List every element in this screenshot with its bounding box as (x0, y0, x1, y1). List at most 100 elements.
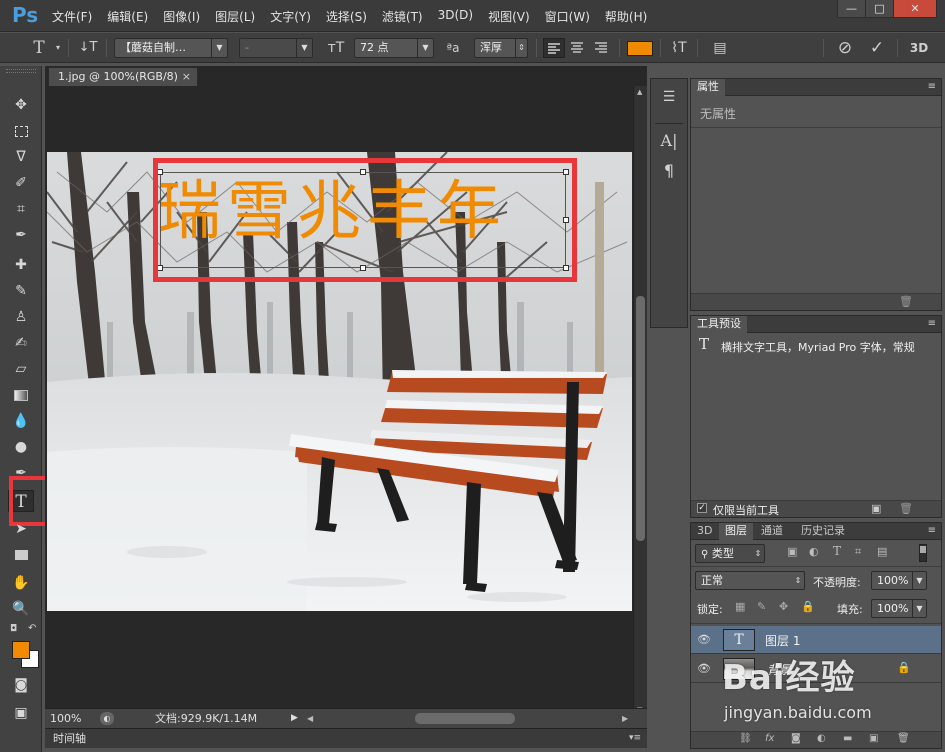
eyedropper-tool-icon[interactable]: ✒ (8, 224, 34, 246)
add-mask-icon[interactable]: ◙ (791, 733, 801, 744)
commit-icon[interactable]: ✓ (866, 38, 888, 58)
cancel-icon[interactable]: ⊘ (834, 38, 856, 58)
lock-pixels-icon[interactable]: ✎ (757, 600, 766, 613)
blur-tool-icon[interactable]: 💧 (8, 410, 34, 432)
lock-position-icon[interactable]: ✥ (779, 600, 788, 613)
fill-field[interactable]: 100% ▼ (871, 599, 927, 618)
lock-transparent-icon[interactable]: ▦ (735, 600, 745, 613)
layer-row-text[interactable]: 👁 T 图层 1 (691, 626, 941, 654)
menu-file[interactable]: 文件(F) (52, 8, 92, 25)
panel-menu-icon[interactable]: ≡ (928, 316, 936, 332)
scroll-up-icon[interactable]: ▲ (637, 88, 642, 96)
scroll-right-icon[interactable]: ▶ (622, 709, 628, 728)
brush-tool-icon[interactable]: ✎ (8, 280, 34, 302)
panel-menu-icon[interactable]: ≡ (928, 523, 936, 539)
horizontal-scroll-thumb[interactable] (415, 713, 515, 724)
trash-icon[interactable]: 🗑 (899, 295, 913, 308)
clone-stamp-tool-icon[interactable]: ♙ (8, 306, 34, 328)
toolbar-grip[interactable] (6, 69, 36, 73)
zoom-tool-icon[interactable]: 🔍 (8, 598, 34, 620)
move-tool-icon[interactable]: ✥ (8, 94, 34, 116)
menu-image[interactable]: 图像(I) (163, 8, 200, 25)
tab-properties[interactable]: 属性 (691, 79, 725, 96)
swap-colors-icon[interactable]: ↶ (28, 623, 36, 634)
layer-filter-select[interactable]: ⚲ 类型 ⇕ (695, 544, 765, 563)
maximize-button[interactable]: □ (865, 0, 894, 18)
vertical-scroll-thumb[interactable] (636, 296, 645, 541)
tab-layers[interactable]: 图层 (719, 523, 753, 540)
menu-layer[interactable]: 图层(L) (215, 8, 255, 25)
text-color-swatch[interactable] (627, 41, 653, 56)
history-brush-tool-icon[interactable]: ✍ (8, 332, 34, 354)
new-group-icon[interactable]: ▬ (843, 733, 852, 744)
menu-type[interactable]: 文字(Y) (270, 8, 311, 25)
panel-menu-icon[interactable]: ≡ (928, 79, 936, 95)
menu-help[interactable]: 帮助(H) (605, 8, 647, 25)
layer-effects-icon[interactable]: fx (765, 733, 774, 744)
adjustment-layer-icon[interactable]: ◐ (817, 733, 826, 744)
tab-tool-presets[interactable]: 工具预设 (691, 316, 747, 333)
rectangle-tool-icon[interactable] (8, 544, 34, 566)
align-center-button[interactable] (567, 38, 589, 58)
text-orientation-icon[interactable]: ↓T (76, 38, 100, 58)
font-size-select[interactable]: 72 点 ▼ (354, 38, 434, 58)
tool-preset-item[interactable]: T 横排文字工具，Myriad Pro 字体，常规 (691, 335, 941, 357)
gradient-tool-icon[interactable] (8, 384, 34, 406)
document-tab[interactable]: 1.jpg @ 100%(RGB/8) × (48, 67, 198, 86)
scroll-left-icon[interactable]: ◀ (307, 709, 313, 728)
close-button[interactable]: ✕ (893, 0, 937, 18)
lock-all-icon[interactable]: 🔒 (801, 600, 815, 613)
paragraph-panel-icon[interactable]: ¶ (651, 161, 687, 180)
menu-view[interactable]: 视图(V) (488, 8, 530, 25)
filter-pixel-icon[interactable]: ▣ (787, 545, 797, 558)
3d-button[interactable]: 3D (906, 38, 932, 58)
status-share-icon[interactable]: ◐ (100, 712, 114, 725)
dodge-tool-icon[interactable]: ● (8, 436, 34, 458)
default-colors-icon[interactable]: ◘ (10, 624, 17, 634)
healing-brush-tool-icon[interactable]: ✚ (8, 254, 34, 276)
menu-3d[interactable]: 3D(D) (438, 8, 473, 25)
align-left-button[interactable] (543, 38, 565, 58)
filter-smart-object-icon[interactable]: ▤ (877, 545, 887, 558)
image-canvas[interactable]: 瑞雪兆丰年 (47, 152, 632, 611)
filter-toggle-switch[interactable] (919, 544, 927, 562)
filter-type-icon[interactable]: T (833, 544, 841, 558)
chevron-down-icon[interactable]: ▾ (53, 38, 63, 58)
quick-mask-icon[interactable]: ◙ (8, 674, 34, 696)
current-tool-only-checkbox[interactable]: ✓ (697, 503, 707, 513)
layer-row-background[interactable]: 👁 背景 🔒 (691, 655, 941, 683)
tab-3d[interactable]: 3D (691, 523, 718, 540)
history-panel-icon[interactable]: ☰ (651, 89, 687, 105)
quick-selection-tool-icon[interactable]: ✐ (8, 172, 34, 194)
timeline-panel-tab[interactable]: 时间轴 ▾≡ (45, 728, 647, 748)
character-panel-icon[interactable]: ▤ (708, 38, 732, 58)
align-right-button[interactable] (591, 38, 613, 58)
eraser-tool-icon[interactable]: ▱ (8, 358, 34, 380)
warp-text-icon[interactable]: ⌇T (668, 38, 690, 58)
menu-filter[interactable]: 滤镜(T) (382, 8, 423, 25)
zoom-level[interactable]: 100% (50, 709, 81, 728)
filter-adjustment-icon[interactable]: ◐ (809, 545, 819, 558)
character-panel-icon[interactable]: A| (651, 131, 687, 150)
trash-icon[interactable]: 🗑 (899, 502, 913, 515)
screen-mode-icon[interactable]: ▣ (8, 702, 34, 724)
link-layers-icon[interactable]: ⛓ (739, 733, 752, 744)
panel-menu-icon[interactable]: ▾≡ (629, 729, 641, 748)
menu-window[interactable]: 窗口(W) (545, 8, 590, 25)
font-family-select[interactable]: 【蘑菇自制… ▼ (114, 38, 228, 58)
minimize-button[interactable]: — (837, 0, 866, 18)
filter-shape-icon[interactable]: ⌗ (855, 545, 861, 559)
close-tab-icon[interactable]: × (182, 68, 191, 86)
visibility-eye-icon[interactable]: 👁 (697, 633, 713, 646)
path-selection-tool-icon[interactable]: ➤ (8, 518, 34, 540)
new-preset-icon[interactable]: ▣ (871, 502, 881, 515)
new-layer-icon[interactable]: ▣ (869, 733, 878, 744)
blend-mode-select[interactable]: 正常 ⇕ (695, 571, 805, 590)
vertical-scrollbar[interactable]: ▲ ▼ (633, 86, 647, 716)
marquee-tool-icon[interactable] (8, 120, 34, 142)
tab-history[interactable]: 历史记录 (795, 523, 851, 540)
tab-channels[interactable]: 通道 (755, 523, 789, 540)
hand-tool-icon[interactable]: ✋ (8, 572, 34, 594)
foreground-color-swatch[interactable] (12, 641, 30, 659)
status-menu-arrow-icon[interactable]: ▶ (291, 709, 298, 728)
